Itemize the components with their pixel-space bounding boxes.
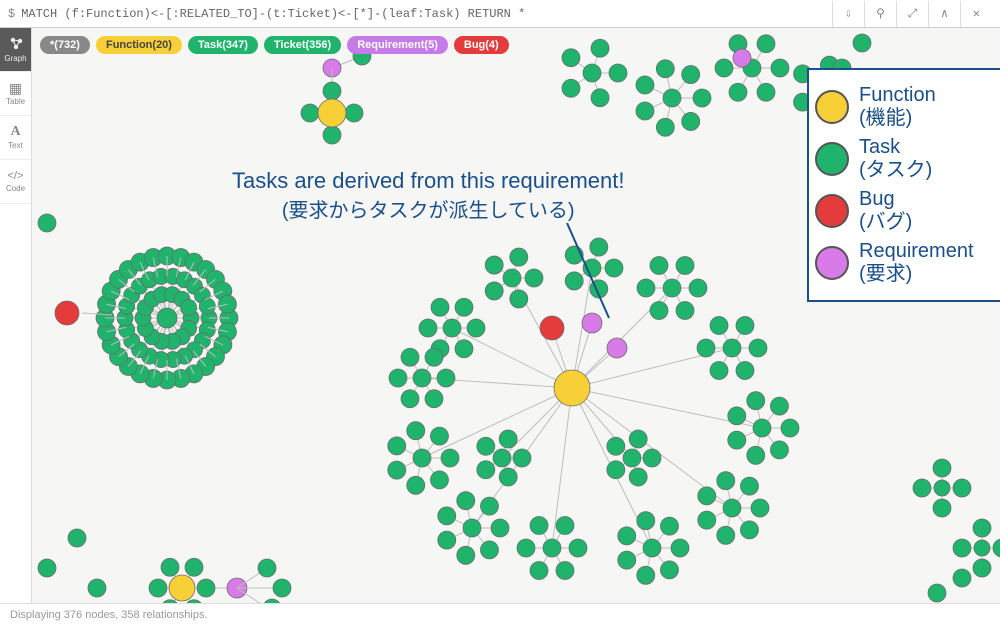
legend-text: Task(タスク) <box>859 136 932 182</box>
query-prompt: $ <box>8 7 15 21</box>
pill-requirement[interactable]: Requirement(5) <box>347 36 448 54</box>
sidebar-item-table[interactable]: ▦ Table <box>0 72 31 116</box>
graph-icon <box>9 36 23 52</box>
pill-all[interactable]: *(732) <box>40 36 90 54</box>
sidebar-item-text[interactable]: A Text <box>0 116 31 160</box>
legend-text: Requirement(要求) <box>859 240 974 286</box>
query-actions: ⇩ ⚲ ⤢ ∧ ✕ <box>832 1 992 27</box>
status-text: Displaying 376 nodes, 358 relationships. <box>10 609 208 621</box>
table-icon: ▦ <box>9 81 22 95</box>
legend-dot-task <box>815 142 849 176</box>
legend-text: Bug(バグ) <box>859 188 912 234</box>
legend-text: Function(機能) <box>859 84 936 130</box>
close-icon[interactable]: ✕ <box>960 1 992 27</box>
expand-icon[interactable]: ⤢ <box>896 1 928 27</box>
text-icon: A <box>10 125 20 139</box>
pill-bug[interactable]: Bug(4) <box>454 36 509 54</box>
pill-function[interactable]: Function(20) <box>96 36 182 54</box>
sidebar-item-code[interactable]: </> Code <box>0 160 31 204</box>
sidebar-item-label: Code <box>6 184 25 193</box>
query-bar: $ MATCH (f:Function)<-[:RELATED_TO]-(t:T… <box>0 0 1000 28</box>
pin-icon[interactable]: ⚲ <box>864 1 896 27</box>
sidebar-item-graph[interactable]: Graph <box>0 28 31 72</box>
graph-canvas[interactable]: *(732) Function(20) Task(347) Ticket(356… <box>32 28 1000 603</box>
legend-row-requirement: Requirement(要求) <box>815 240 994 286</box>
pill-task[interactable]: Task(347) <box>188 36 258 54</box>
legend-dot-requirement <box>815 246 849 280</box>
pill-ticket[interactable]: Ticket(356) <box>264 36 341 54</box>
query-text[interactable]: MATCH (f:Function)<-[:RELATED_TO]-(t:Tic… <box>21 7 832 21</box>
collapse-up-icon[interactable]: ∧ <box>928 1 960 27</box>
view-sidebar: Graph ▦ Table A Text </> Code <box>0 28 32 603</box>
legend-row-task: Task(タスク) <box>815 136 994 182</box>
legend-box: Function(機能) Task(タスク) Bug(バグ) <box>807 68 1000 302</box>
legend-dot-bug <box>815 194 849 228</box>
download-icon[interactable]: ⇩ <box>832 1 864 27</box>
legend-row-bug: Bug(バグ) <box>815 188 994 234</box>
sidebar-item-label: Table <box>6 97 25 106</box>
sidebar-item-label: Graph <box>4 54 26 63</box>
legend-dot-function <box>815 90 849 124</box>
status-bar: Displaying 376 nodes, 358 relationships. <box>0 603 1000 625</box>
code-icon: </> <box>8 171 24 182</box>
legend-row-function: Function(機能) <box>815 84 994 130</box>
label-pill-row: *(732) Function(20) Task(347) Ticket(356… <box>40 36 509 54</box>
sidebar-item-label: Text <box>8 141 23 150</box>
